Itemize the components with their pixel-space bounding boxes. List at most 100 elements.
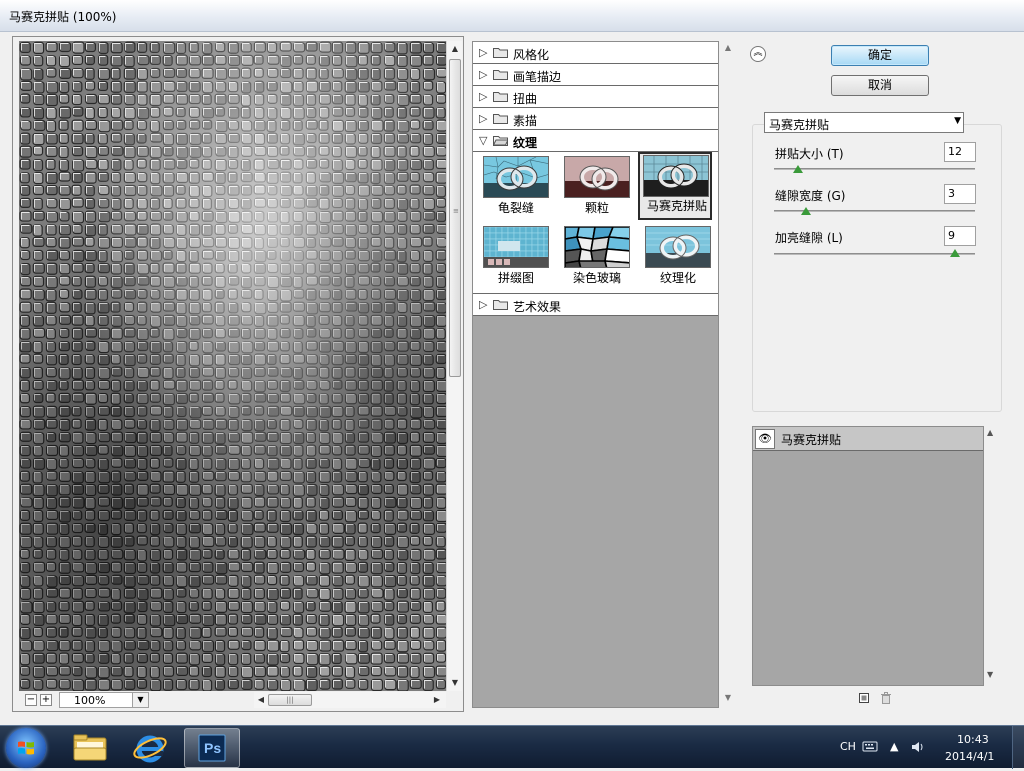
taskbar-photoshop[interactable]: Ps <box>184 728 240 768</box>
filter-craquelure[interactable]: 龟裂缝 <box>479 154 553 222</box>
lighten-grout-slider-thumb[interactable] <box>949 249 960 257</box>
taskbar-internet-explorer[interactable] <box>122 728 178 768</box>
patchwork-cell <box>531 250 539 258</box>
input-language-indicator[interactable]: CH <box>840 740 856 753</box>
lighten-grout-slider[interactable] <box>774 253 975 255</box>
patchwork-cell <box>543 250 548 258</box>
tile-size-slider[interactable] <box>774 168 975 170</box>
stained-glass-thumbnail-icon <box>564 226 630 268</box>
patchwork-cell <box>543 227 548 234</box>
scroll-right-arrow-icon[interactable]: ▶ <box>430 692 444 708</box>
patchwork-cell <box>525 244 533 252</box>
tile-size-slider-thumb[interactable] <box>793 165 804 173</box>
folder-icon <box>493 114 508 124</box>
category-label: 艺术效果 <box>513 300 562 314</box>
scroll-up-arrow-icon[interactable]: ▲ <box>720 43 736 57</box>
scroll-down-arrow-icon[interactable]: ▼ <box>447 675 463 691</box>
patchwork-cell <box>525 250 533 258</box>
filter-mosaic-tiles[interactable]: 马赛克拼贴 <box>638 152 712 220</box>
patchwork-cell <box>495 250 503 258</box>
clock-date[interactable]: 2014/4/1 <box>945 750 994 763</box>
expand-triangle-icon[interactable]: ▷ <box>479 112 487 125</box>
layers-vertical-scrollbar[interactable]: ▲ ▼ <box>984 426 1000 686</box>
grout-width-slider-thumb[interactable] <box>801 207 812 215</box>
scroll-left-arrow-icon[interactable]: ◀ <box>254 692 268 708</box>
texturizer-thumbnail-icon <box>645 226 711 268</box>
category-sketch[interactable]: ▷ 素描 <box>473 108 718 130</box>
trash-icon[interactable] <box>880 692 892 704</box>
scroll-up-arrow-icon[interactable]: ▲ <box>447 41 463 57</box>
patchwork-cell <box>507 227 515 234</box>
expand-triangle-icon[interactable]: ▷ <box>479 298 487 311</box>
category-label: 素描 <box>513 114 538 128</box>
effect-layer-label: 马赛克拼贴 <box>781 433 842 447</box>
tile-size-input[interactable]: 12 <box>944 142 976 162</box>
grout-width-input[interactable]: 3 <box>944 184 976 204</box>
keyboard-icon[interactable] <box>862 739 878 753</box>
zoom-level-value: 100% <box>74 694 106 707</box>
patchwork-cell <box>531 244 539 252</box>
category-brush-strokes[interactable]: ▷ 画笔描边 <box>473 64 718 86</box>
filter-label: 染色玻璃 <box>572 271 621 285</box>
expand-triangle-icon[interactable]: ▷ <box>479 90 487 103</box>
lighten-grout-input[interactable]: 9 <box>944 226 976 246</box>
zoom-level-select[interactable]: 100% ▼ <box>59 692 149 708</box>
filter-label: 龟裂缝 <box>497 201 534 215</box>
scroll-thumb[interactable]: ≡ <box>449 59 461 377</box>
patchwork-cell <box>489 244 497 252</box>
volume-icon[interactable] <box>910 739 926 755</box>
patchwork-cell <box>507 232 515 240</box>
preview-vertical-scrollbar[interactable]: ▲ ≡ ▼ <box>446 41 462 691</box>
category-texture[interactable]: ▽ 纹理 <box>473 130 718 152</box>
chevron-down-icon[interactable]: ▼ <box>132 693 148 707</box>
filter-stained-glass[interactable]: 染色玻璃 <box>560 224 634 292</box>
patchwork-cell <box>484 250 491 258</box>
eye-icon[interactable]: 👁 <box>755 429 775 449</box>
patchwork-cell <box>519 244 527 252</box>
taskbar-explorer[interactable] <box>62 728 118 768</box>
zoom-in-button[interactable]: + <box>40 694 52 706</box>
window-title: 马赛克拼贴 (100%) <box>9 10 117 24</box>
expand-triangle-icon[interactable]: ▷ <box>479 68 487 81</box>
cancel-button[interactable]: 取消 <box>831 75 929 96</box>
chevron-down-icon[interactable]: ▼ <box>954 116 961 126</box>
collapse-gallery-button[interactable]: ︽ <box>750 46 766 62</box>
show-desktop-button[interactable] <box>1012 726 1024 769</box>
patchwork-cell <box>484 227 491 234</box>
open-folder-icon <box>493 136 508 146</box>
preview-image[interactable] <box>19 41 446 691</box>
ie-icon <box>133 735 167 763</box>
clock-time[interactable]: 10:43 <box>957 733 989 746</box>
show-hidden-icons-arrow-icon[interactable]: ▲ <box>890 740 898 753</box>
collapse-triangle-icon[interactable]: ▽ <box>479 134 487 147</box>
category-label: 画笔描边 <box>513 70 562 84</box>
filter-select[interactable]: 马赛克拼贴 ▼ <box>764 112 964 133</box>
scroll-down-arrow-icon[interactable]: ▼ <box>720 693 736 707</box>
scroll-down-arrow-icon[interactable]: ▼ <box>987 670 993 679</box>
patchwork-cell <box>484 244 491 252</box>
expand-triangle-icon[interactable]: ▷ <box>479 46 487 59</box>
filter-patchwork[interactable]: 拼缀图 <box>479 224 553 292</box>
category-label: 纹理 <box>513 136 538 150</box>
patchwork-cell <box>537 244 545 252</box>
effect-layer-row[interactable]: 👁 马赛克拼贴 <box>753 427 983 451</box>
preview-horizontal-scrollbar[interactable]: ◀ ||| ▶ <box>254 692 446 708</box>
category-distort[interactable]: ▷ 扭曲 <box>473 86 718 108</box>
zoom-out-button[interactable]: − <box>25 694 37 706</box>
patchwork-cell <box>484 238 491 246</box>
gallery-vertical-scrollbar[interactable]: ▲ ▼ <box>720 41 736 708</box>
filter-grain[interactable]: 颗粒 <box>560 154 634 222</box>
ok-button[interactable]: 确定 <box>831 45 929 66</box>
filter-texturizer[interactable]: 纹理化 <box>641 224 715 292</box>
start-button[interactable] <box>6 728 46 768</box>
patchwork-cell <box>513 232 521 240</box>
category-artistic[interactable]: ▷ 艺术效果 <box>473 294 718 316</box>
patchwork-cell <box>531 227 539 234</box>
patchwork-cell <box>543 232 548 240</box>
new-effect-layer-icon[interactable] <box>858 692 870 704</box>
category-stylize[interactable]: ▷ 风格化 <box>473 42 718 64</box>
scroll-up-arrow-icon[interactable]: ▲ <box>987 428 993 437</box>
patchwork-thumbnail-icon <box>483 226 549 268</box>
scroll-thumb-horizontal[interactable]: ||| <box>268 694 312 706</box>
patchwork-cell <box>537 250 545 258</box>
